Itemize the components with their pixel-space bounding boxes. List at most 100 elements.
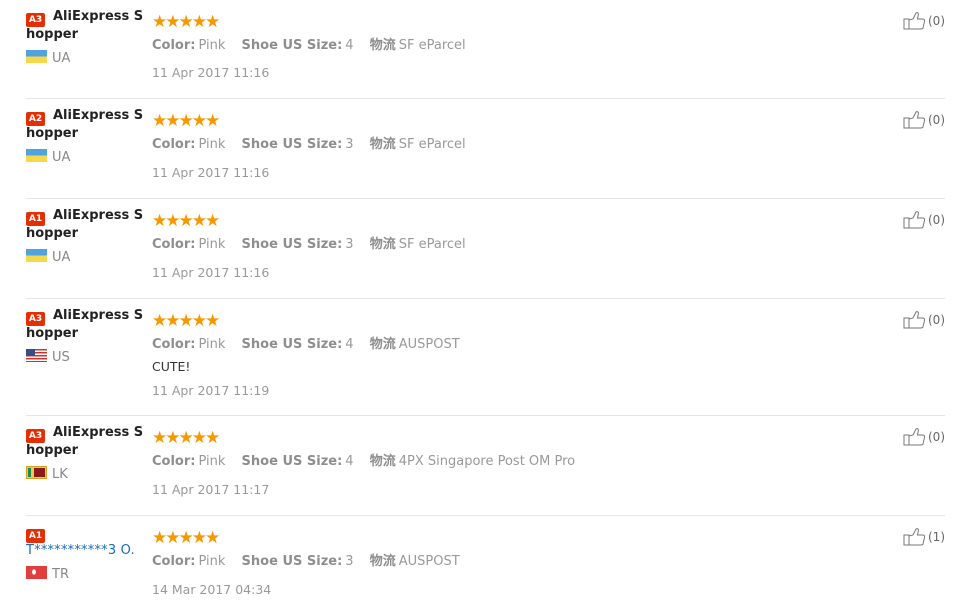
- helpful-button[interactable]: (0): [903, 211, 945, 230]
- reviewer-country: TR: [26, 566, 144, 583]
- thumbs-up-icon: [903, 311, 926, 329]
- sri-lanka-flag-icon: [26, 466, 47, 479]
- size-label: Shoe US Size:: [241, 337, 343, 352]
- country-code: TR: [52, 567, 69, 582]
- reviewer-country: US: [26, 349, 144, 366]
- color-value: Pink: [198, 137, 226, 152]
- star-rating: ★★★★★: [152, 428, 220, 447]
- order-attributes: Color: Pink Shoe US Size: 4 物流 4PX Singapor…: [152, 450, 587, 469]
- color-value: Pink: [198, 237, 226, 252]
- logistics-value: SF eParcel: [398, 137, 466, 152]
- country-code: UA: [52, 51, 71, 66]
- reviewer-info: A1 T***********3 O. TR: [26, 520, 144, 583]
- buyer-level-badge: A2: [26, 112, 45, 126]
- review-item: A2 AliExpress Shopper UA ★★★★★ Color: Pin…: [26, 99, 945, 199]
- size-label: Shoe US Size:: [241, 454, 343, 469]
- helpful-count: (0): [928, 430, 945, 444]
- helpful-button[interactable]: (0): [903, 428, 945, 447]
- helpful-count: (0): [928, 14, 945, 28]
- thumbs-up-icon: [903, 111, 926, 129]
- star-icon: ★: [205, 528, 221, 548]
- star-icon: ★: [205, 211, 221, 231]
- reviewer-info: A3 AliExpress Shopper UA: [26, 4, 144, 67]
- color-label: Color:: [152, 38, 196, 53]
- order-attributes: Color: Pink Shoe US Size: 3 物流 SF eParcel: [152, 233, 478, 252]
- color-value: Pink: [198, 554, 226, 569]
- star-rating: ★★★★★: [152, 12, 220, 31]
- size-label: Shoe US Size:: [241, 554, 343, 569]
- helpful-button[interactable]: (0): [903, 12, 945, 31]
- star-rating: ★★★★★: [152, 211, 220, 230]
- order-attributes: Color: Pink Shoe US Size: 3 物流 SF eParcel: [152, 133, 478, 152]
- reviewer-info: A3 AliExpress Shopper US: [26, 303, 144, 366]
- logistics-value: SF eParcel: [398, 237, 466, 252]
- reviewer-country: LK: [26, 466, 144, 483]
- helpful-button[interactable]: (0): [903, 311, 945, 330]
- color-value: Pink: [198, 337, 226, 352]
- size-value: 4: [345, 337, 354, 352]
- logistics-label: 物流: [369, 454, 396, 469]
- usa-flag-icon: [26, 349, 47, 362]
- size-value: 3: [345, 237, 354, 252]
- review-item: A3 AliExpress Shopper UA ★★★★★ Color: Pin…: [26, 0, 945, 99]
- size-value: 3: [345, 554, 354, 569]
- star-icon: ★: [205, 111, 221, 131]
- country-code: UA: [52, 250, 71, 265]
- color-label: Color:: [152, 137, 196, 152]
- buyer-level-badge: A1: [26, 212, 45, 226]
- buyer-level-badge: A3: [26, 312, 45, 326]
- star-icon: ★: [205, 311, 221, 331]
- thumbs-up-icon: [903, 12, 926, 30]
- review-text: CUTE!: [152, 359, 191, 374]
- logistics-value: AUSPOST: [398, 337, 460, 352]
- review-item: A3 AliExpress Shopper US ★★★★★ Color: Pin…: [26, 299, 945, 416]
- helpful-count: (0): [928, 313, 945, 327]
- logistics-label: 物流: [369, 38, 396, 53]
- review-date: 14 Mar 2017 04:34: [152, 582, 272, 597]
- helpful-count: (0): [928, 113, 945, 127]
- thumbs-up-icon: [903, 528, 926, 546]
- review-date: 11 Apr 2017 11:16: [152, 165, 270, 180]
- buyer-level-badge: A3: [26, 429, 45, 443]
- reviewer-info: A1 AliExpress Shopper UA: [26, 203, 144, 266]
- country-code: US: [52, 350, 70, 365]
- thumbs-up-icon: [903, 428, 926, 446]
- reviewer-country: UA: [26, 249, 144, 266]
- logistics-label: 物流: [369, 237, 396, 252]
- review-list: A3 AliExpress Shopper UA ★★★★★ Color: Pin…: [0, 0, 975, 612]
- ukraine-flag-icon: [26, 50, 47, 63]
- review-item: A3 AliExpress Shopper LK ★★★★★ Color: Pin…: [26, 416, 945, 516]
- order-attributes: Color: Pink Shoe US Size: 4 物流 AUSPOST: [152, 333, 472, 352]
- size-label: Shoe US Size:: [241, 38, 343, 53]
- color-label: Color:: [152, 554, 196, 569]
- buyer-level-badge: A3: [26, 13, 45, 27]
- logistics-value: AUSPOST: [398, 554, 460, 569]
- review-item: A1 AliExpress Shopper UA ★★★★★ Color: Pin…: [26, 199, 945, 299]
- country-code: UA: [52, 150, 71, 165]
- logistics-label: 物流: [369, 554, 396, 569]
- review-date: 11 Apr 2017 11:17: [152, 482, 270, 497]
- ukraine-flag-icon: [26, 249, 47, 262]
- helpful-button[interactable]: (1): [903, 528, 945, 547]
- logistics-value: 4PX Singapore Post OM Pro: [398, 454, 576, 469]
- reviewer-country: UA: [26, 149, 144, 166]
- star-icon: ★: [205, 428, 221, 448]
- color-value: Pink: [198, 38, 226, 53]
- logistics-label: 物流: [369, 137, 396, 152]
- ukraine-flag-icon: [26, 149, 47, 162]
- star-icon: ★: [205, 12, 221, 32]
- reviewer-info: A2 AliExpress Shopper UA: [26, 103, 144, 166]
- logistics-label: 物流: [369, 337, 396, 352]
- buyer-level-badge: A1: [26, 529, 45, 543]
- thumbs-up-icon: [903, 211, 926, 229]
- color-label: Color:: [152, 454, 196, 469]
- color-value: Pink: [198, 454, 226, 469]
- size-value: 4: [345, 454, 354, 469]
- size-label: Shoe US Size:: [241, 137, 343, 152]
- helpful-count: (0): [928, 213, 945, 227]
- review-date: 11 Apr 2017 11:16: [152, 265, 270, 280]
- order-attributes: Color: Pink Shoe US Size: 4 物流 SF eParcel: [152, 34, 478, 53]
- star-rating: ★★★★★: [152, 528, 220, 547]
- helpful-button[interactable]: (0): [903, 111, 945, 130]
- color-label: Color:: [152, 337, 196, 352]
